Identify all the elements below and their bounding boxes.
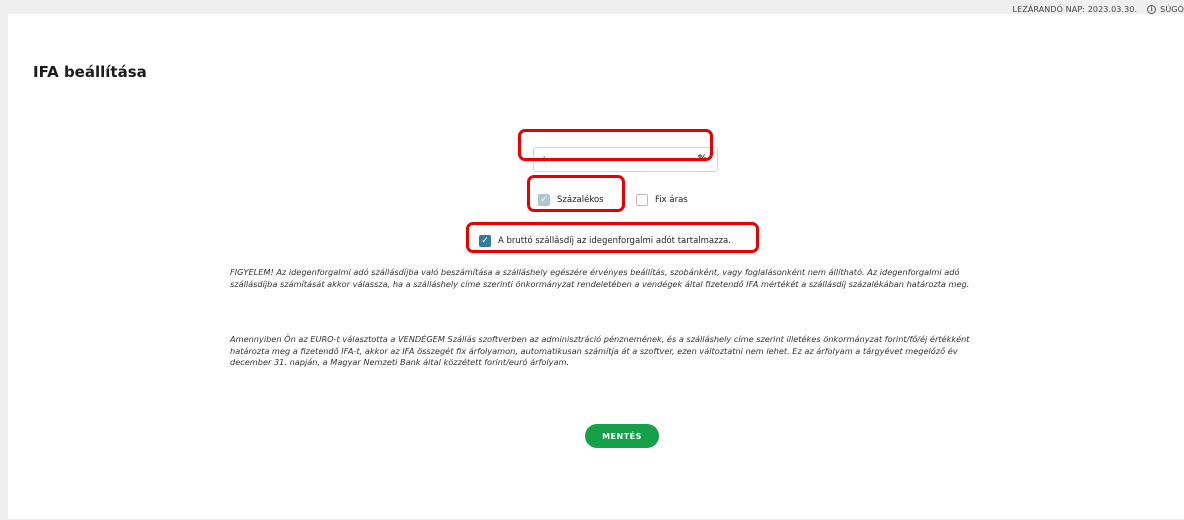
topbar: LEZÁRANDÓ NAP: 2023.03.30. i SÚGÓ [1013, 5, 1184, 14]
fixed-price-option-label: Fix áras [655, 195, 688, 205]
gross-includes-tax-option[interactable]: ✓ A bruttó szállásdíj az idegenforgalmi … [479, 235, 731, 247]
percent-option[interactable]: ✓ Százalékos [538, 194, 604, 206]
percent-unit-label: % [697, 154, 707, 164]
notice-paragraph-1: FIGYELEM! Az idegenforgalmi adó szállásd… [230, 267, 970, 289]
fixed-price-option[interactable]: Fix áras [636, 194, 688, 206]
tax-rate-field: % [533, 147, 718, 172]
tax-rate-input[interactable] [533, 147, 718, 172]
help-link[interactable]: i SÚGÓ [1147, 5, 1184, 14]
gross-includes-tax-label: A bruttó szállásdíj az idegenforgalmi ad… [498, 236, 731, 246]
main-panel: IFA beállítása % ✓ Százalékos Fix áras ✓… [8, 14, 1184, 519]
percent-option-label: Százalékos [557, 195, 604, 205]
notice-paragraph-2: Amennyiben Ön az EURO-t választotta a VE… [230, 334, 970, 368]
fixed-price-checkbox[interactable] [636, 194, 648, 206]
gross-includes-tax-checkbox-checkmark-icon[interactable]: ✓ [479, 235, 491, 247]
closing-date-text: LEZÁRANDÓ NAP: 2023.03.30. [1012, 5, 1138, 14]
help-label: SÚGÓ [1160, 5, 1184, 14]
percent-checkbox-checkmark-icon[interactable]: ✓ [538, 194, 550, 206]
page-title: IFA beállítása [33, 63, 147, 81]
info-icon: i [1147, 5, 1157, 14]
save-button[interactable]: MENTÉS [585, 424, 659, 448]
